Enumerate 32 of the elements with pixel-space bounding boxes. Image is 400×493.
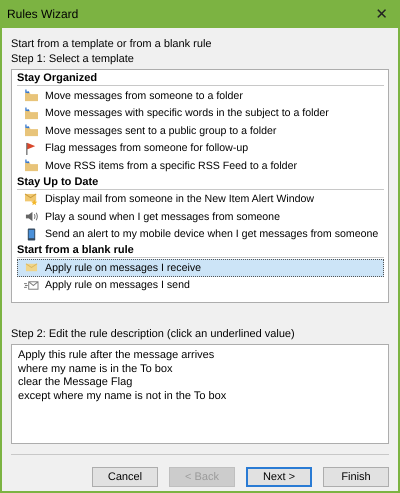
template-item[interactable]: Move messages sent to a public group to a folder [17, 122, 384, 140]
envelope-lines-icon [24, 278, 39, 292]
close-button[interactable]: ✕ [369, 5, 394, 23]
folder-arrow-icon [24, 159, 39, 172]
template-item[interactable]: Move RSS items from a specific RSS Feed to a folder [17, 157, 384, 174]
template-item[interactable]: Move messages with specific words in the subject to a folder [17, 104, 384, 122]
folder-arrow-icon [24, 89, 39, 102]
envelope-star-icon [24, 192, 39, 206]
intro-text: Start from a template or from a blank rule [11, 37, 213, 52]
description-line: where my name is in the To box [18, 362, 174, 376]
group-header: Start from a blank rule [17, 243, 384, 258]
description-line: Apply this rule after the message arrives [18, 349, 216, 362]
description-line: clear the Message Flag [18, 376, 134, 390]
template-item[interactable]: Play a sound when I get messages from someone [17, 208, 384, 226]
folder-arrow-icon [24, 124, 39, 138]
template-item[interactable]: Send an alert to my mobile device when I get messages from someone [17, 226, 384, 243]
window-title: Rules Wizard [7, 7, 78, 21]
template-item[interactable]: Display mail from someone in the New Item Alert Window [17, 190, 384, 208]
step-label: Step 2: Edit the rule description (click an underlined value) [11, 327, 296, 342]
template-item[interactable]: Apply rule on messages I send [17, 276, 384, 294]
template-item[interactable]: Apply rule on messages I receive [17, 259, 384, 276]
group-header: Stay Up to Date [17, 174, 384, 190]
description-line: except where my name is not in the To box [18, 390, 228, 403]
template-item[interactable]: Flag messages from someone for follow-up [17, 140, 384, 157]
template-item[interactable]: Move messages from someone to a folder [17, 87, 384, 104]
wizard-button[interactable]: Next > [246, 467, 312, 487]
folder-arrow-icon [24, 106, 39, 120]
wizard-button[interactable]: Finish [323, 467, 389, 487]
speaker-icon [24, 210, 39, 224]
wizard-button[interactable]: Cancel [92, 467, 158, 487]
group-header: Stay Organized [17, 71, 384, 86]
step-label: Step 1: Select a template [11, 52, 135, 67]
